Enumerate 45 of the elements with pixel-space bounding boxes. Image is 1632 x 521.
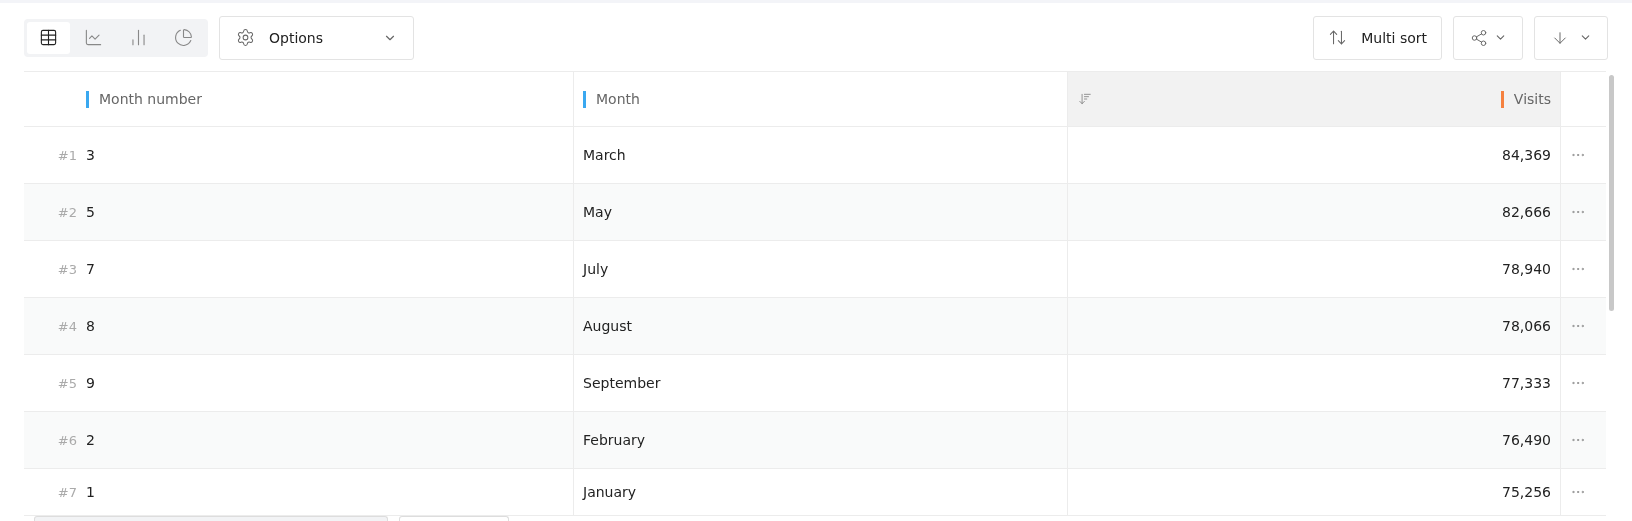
table-cell: 82,666 — [1502, 204, 1551, 220]
options-dropdown[interactable]: Options — [219, 15, 414, 60]
table-cell: 76,490 — [1502, 432, 1551, 448]
table-cell: 7 — [86, 261, 95, 277]
bar-chart-icon — [129, 28, 148, 47]
row-rank: #2 — [56, 204, 78, 220]
row-rank: #4 — [56, 318, 78, 334]
table-cell: March — [583, 147, 626, 163]
row-rank: #6 — [56, 432, 78, 448]
table-cell: February — [583, 432, 646, 448]
row-rank: #3 — [56, 261, 78, 277]
table-cell: January — [583, 484, 637, 500]
table-cell: 5 — [86, 204, 95, 220]
table-cell: July — [583, 261, 609, 277]
share-icon — [1469, 28, 1488, 47]
table-cell: 78,940 — [1502, 261, 1551, 277]
table-cell: 84,369 — [1502, 147, 1551, 163]
table-cell: September — [583, 375, 661, 391]
row-rank: #5 — [56, 375, 78, 391]
column-header[interactable]: Month number — [86, 90, 202, 108]
table-cell: 1 — [86, 484, 95, 500]
table-cell: August — [583, 318, 632, 334]
table-view-button[interactable] — [27, 21, 70, 54]
table-cell: 78,066 — [1502, 318, 1551, 334]
table-cell: 75,256 — [1502, 484, 1551, 500]
table-cell: 77,333 — [1502, 375, 1551, 391]
pie-chart-icon — [174, 28, 193, 47]
column-header[interactable]: Month — [583, 90, 640, 108]
table-chart-icon — [39, 28, 58, 47]
share-button[interactable] — [1453, 15, 1523, 60]
column-header[interactable]: Visits — [1500, 90, 1551, 108]
row-rank: #1 — [56, 147, 78, 163]
table-cell: May — [583, 204, 612, 220]
download-button[interactable] — [1534, 15, 1608, 60]
table-cell: 8 — [86, 318, 95, 334]
multi-sort-button[interactable]: Multi sort — [1313, 15, 1442, 60]
settings-icon — [236, 28, 255, 47]
sort-descending-icon[interactable] — [1078, 92, 1092, 106]
sort-arrows-icon — [1328, 28, 1348, 47]
row-rank: #7 — [56, 484, 78, 500]
table-cell: 9 — [86, 375, 95, 391]
table-cell: 3 — [86, 147, 95, 163]
table-cell: 2 — [86, 432, 95, 448]
line-chart-icon — [84, 28, 103, 47]
scrollbar[interactable] — [1609, 75, 1614, 311]
